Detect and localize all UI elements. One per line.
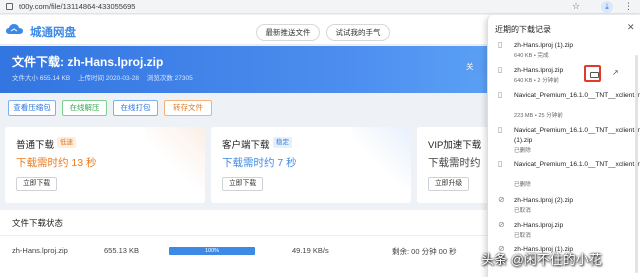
url-text[interactable]: t00y.com/file/13114864-433055695	[19, 2, 135, 11]
upload-time: 上传时间 2020-03-28	[77, 75, 140, 82]
wait-time: 下载需时约 13 秒	[16, 157, 97, 169]
open-external-icon[interactable]: ↗	[612, 68, 619, 77]
folder-icon[interactable]	[590, 72, 599, 78]
upgrade-now-button[interactable]: 立即升级	[428, 177, 470, 191]
online-unzip-button[interactable]: 在线解压	[62, 100, 107, 116]
file-meta: 文件大小 655.14 KB 上传时间 2020-03-28 浏览次数 2730…	[12, 72, 199, 82]
download-now-button[interactable]: 立即下载	[16, 177, 58, 191]
view-count: 浏览次数 27305	[146, 75, 193, 82]
time-remaining: 剩余: 00 分钟 00 秒	[392, 247, 457, 256]
downloads-icon[interactable]: ⤓	[601, 1, 613, 13]
view-archive-button[interactable]: 查看压缩包	[8, 100, 56, 116]
file-icon: ▯	[498, 65, 503, 74]
status-file-name: zh-Hans.lproj.zip	[12, 246, 68, 255]
stable-badge: 稳定	[273, 137, 292, 148]
file-icon: ▯	[498, 125, 503, 134]
online-pack-button[interactable]: 在线打包	[113, 100, 158, 116]
latest-push-button[interactable]: 最新推送文件	[256, 24, 320, 41]
file-banner: 文件下载: zh-Hans.lproj.zip 文件大小 655.14 KB 上…	[0, 46, 488, 93]
lock-icon	[6, 3, 13, 10]
address-bar[interactable]: t00y.com/file/13114864-433055695 ☆ ⤓ ⋮	[0, 0, 640, 14]
card-title: 客户端下载	[222, 140, 270, 151]
status-heading: 文件下载状态	[12, 218, 64, 228]
close-icon[interactable]: ✕	[627, 22, 635, 33]
file-size: 文件大小 655.14 KB	[12, 75, 71, 82]
low-speed-badge: 低速	[57, 137, 76, 148]
normal-download-card: 普通下载 低速 下载需时约 13 秒 立即下载	[5, 127, 205, 203]
file-icon: ▯	[498, 40, 503, 49]
download-now-button[interactable]: 立即下载	[222, 177, 264, 191]
download-speed: 49.19 KB/s	[292, 246, 329, 255]
card-title: 普通下载	[16, 140, 55, 151]
client-download-card: 客户端下载 稳定 下载需时约 7 秒 立即下载	[211, 127, 411, 203]
progress-bar: 100%	[169, 247, 255, 255]
download-status-section: 文件下载状态 zh-Hans.lproj.zip 655.13 KB 100% …	[0, 210, 488, 277]
bookmark-star-icon[interactable]: ☆	[572, 1, 580, 12]
wait-time: 下载需时约 7 秒	[222, 157, 297, 169]
file-icon: ▯	[498, 159, 503, 168]
file-icon: ▯	[498, 90, 503, 99]
panel-scrollbar[interactable]	[635, 55, 638, 273]
watermark: 头条 @闲不住的小花	[481, 252, 602, 267]
vip-download-card: VIP加速下载 下载需时约 立即升级	[417, 127, 492, 203]
cloud-logo-icon	[6, 24, 23, 34]
wait-time: 下载需时约	[428, 157, 481, 169]
cancelled-file-icon: ⊘	[498, 195, 505, 204]
file-title: 文件下载: zh-Hans.lproj.zip	[12, 55, 164, 69]
banner-side-button[interactable]: 关	[462, 60, 488, 74]
panel-title: 近期的下载记录	[495, 25, 551, 34]
site-logo-text[interactable]: 城通网盘	[30, 24, 76, 40]
more-icon[interactable]: ⋮	[624, 1, 633, 12]
cancelled-file-icon: ⊘	[498, 220, 505, 229]
status-file-size: 655.13 KB	[104, 246, 140, 255]
try-luck-button[interactable]: 试试我的手气	[326, 24, 390, 41]
card-title: VIP加速下载	[428, 140, 482, 151]
save-file-button[interactable]: 转存文件	[164, 100, 212, 116]
downloads-panel: 近期的下载记录 ✕ ▯ zh-Hans.lproj (1).zip 640 KB…	[487, 15, 640, 277]
